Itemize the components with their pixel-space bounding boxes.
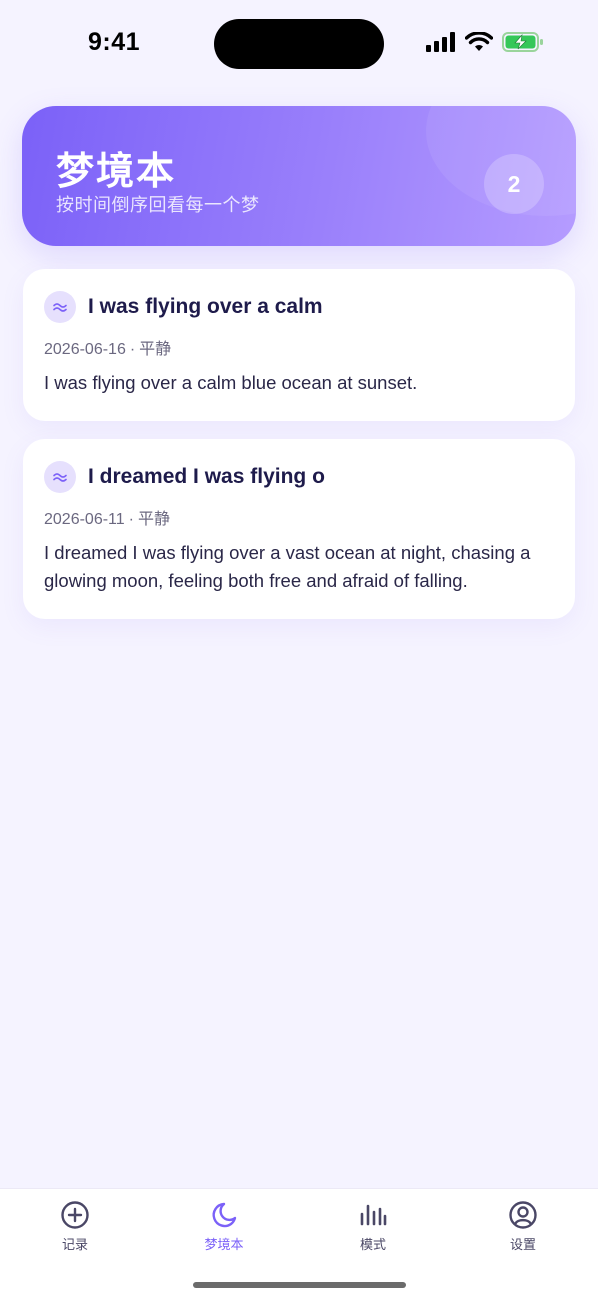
bar-chart-icon xyxy=(357,1199,389,1231)
user-circle-icon xyxy=(507,1199,539,1231)
tab-label: 模式 xyxy=(359,1237,386,1252)
battery-charging-icon xyxy=(502,32,544,57)
dream-meta: 2026-06-16 · 平静 xyxy=(44,335,554,359)
dream-meta: 2026-06-11 · 平静 xyxy=(44,505,554,529)
wifi-icon xyxy=(464,31,494,57)
tab-settings[interactable]: 设置 xyxy=(473,1199,573,1253)
cellular-signal-icon xyxy=(426,32,456,57)
status-time: 9:41 xyxy=(88,28,141,56)
dream-date: 2026-06-11 xyxy=(44,511,125,528)
tab-label: 设置 xyxy=(509,1237,536,1252)
page-subtitle: 按时间倒序回看每一个梦 xyxy=(56,195,260,215)
moon-icon xyxy=(208,1199,240,1231)
tab-label: 梦境本 xyxy=(204,1237,244,1252)
wave-approx-icon xyxy=(44,461,76,493)
tab-record[interactable]: 记录 xyxy=(25,1199,125,1253)
dream-card-header: I dreamed I was flying o xyxy=(44,461,554,493)
dream-title: I was flying over a calm xyxy=(88,295,323,318)
dream-list: I was flying over a calm 2026-06-16 · 平静 I… xyxy=(23,269,575,637)
status-bar: 9:41 xyxy=(0,0,598,90)
meta-separator: · xyxy=(128,511,134,528)
home-indicator[interactable] xyxy=(193,1282,406,1288)
dream-body: I was flying over a calm blue ocean at s… xyxy=(44,372,418,393)
tab-patterns[interactable]: 模式 xyxy=(323,1199,423,1253)
tab-dream-book[interactable]: 梦境本 xyxy=(174,1199,274,1253)
tab-label: 记录 xyxy=(61,1237,88,1252)
wave-approx-icon xyxy=(44,291,76,323)
dream-card-header: I was flying over a calm xyxy=(44,291,554,323)
dream-mood: 平静 xyxy=(139,341,172,358)
dream-body: I dreamed I was flying over a vast ocean… xyxy=(44,542,531,591)
dream-count-badge: 2 xyxy=(484,154,544,214)
dream-date: 2026-06-16 xyxy=(44,341,126,358)
header-card: 梦境本 按时间倒序回看每一个梦 2 xyxy=(22,106,576,246)
dream-card[interactable]: I was flying over a calm 2026-06-16 · 平静 I… xyxy=(23,269,575,421)
dynamic-island xyxy=(214,19,384,69)
dream-card[interactable]: I dreamed I was flying o 2026-06-11 · 平静 I… xyxy=(23,439,575,619)
status-icons xyxy=(426,31,544,57)
dream-mood: 平静 xyxy=(137,511,170,528)
plus-circle-icon xyxy=(59,1199,91,1231)
dream-title: I dreamed I was flying o xyxy=(88,465,325,488)
page-title: 梦境本 xyxy=(56,151,177,193)
meta-separator: · xyxy=(129,341,136,358)
